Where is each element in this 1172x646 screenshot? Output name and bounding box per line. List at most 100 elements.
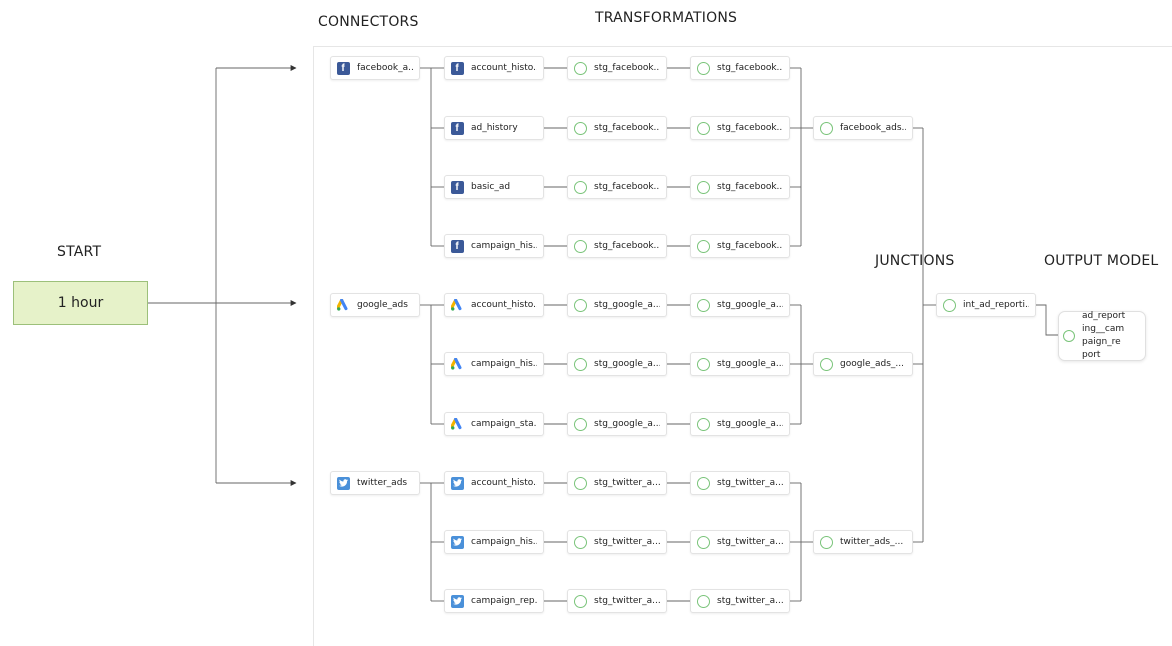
- check-circle-icon: [574, 239, 587, 253]
- google-ads-icon: [337, 298, 350, 312]
- node-label: google_ads: [357, 300, 408, 310]
- check-circle-icon: [574, 476, 587, 490]
- source-table-node[interactable]: f ad_history: [444, 116, 544, 140]
- staging-model-node[interactable]: stg_google_a...: [690, 293, 790, 317]
- aggregate-model-node[interactable]: twitter_ads_...: [813, 530, 913, 554]
- source-table-node[interactable]: f basic_ad: [444, 175, 544, 199]
- transformations-header: TRANSFORMATIONS: [595, 10, 738, 26]
- node-label: stg_facebook...: [594, 241, 660, 251]
- connector-node[interactable]: google_ads: [330, 293, 420, 317]
- connector-node[interactable]: f facebook_a...: [330, 56, 420, 80]
- junction-node[interactable]: int_ad_reporti...: [936, 293, 1036, 317]
- check-circle-icon: [574, 357, 587, 371]
- staging-model-node[interactable]: stg_twitter_a...: [567, 589, 667, 613]
- node-label: account_histo...: [471, 63, 537, 73]
- staging-model-node[interactable]: stg_google_a...: [567, 352, 667, 376]
- node-label: basic_ad: [471, 182, 511, 192]
- twitter-icon: [451, 476, 464, 490]
- output-model-node[interactable]: ad_reporting__campaign_report: [1058, 311, 1146, 361]
- node-label: twitter_ads: [357, 478, 408, 488]
- node-label: stg_facebook...: [717, 63, 783, 73]
- check-circle-icon: [697, 594, 710, 608]
- node-label: facebook_a...: [357, 63, 413, 73]
- staging-model-node[interactable]: stg_google_a...: [567, 293, 667, 317]
- staging-model-node[interactable]: stg_facebook...: [690, 56, 790, 80]
- staging-model-node[interactable]: stg_google_a...: [690, 412, 790, 436]
- node-label: stg_google_a...: [717, 359, 783, 369]
- aggregate-model-node[interactable]: facebook_ads...: [813, 116, 913, 140]
- schedule-label: 1 hour: [57, 295, 104, 311]
- facebook-icon: f: [451, 61, 464, 75]
- check-circle-icon: [574, 61, 587, 75]
- staging-model-node[interactable]: stg_facebook...: [690, 175, 790, 199]
- staging-model-node[interactable]: stg_google_a...: [690, 352, 790, 376]
- schedule-start-node[interactable]: 1 hour: [13, 281, 148, 325]
- staging-model-node[interactable]: stg_facebook...: [690, 116, 790, 140]
- connector-node[interactable]: twitter_ads: [330, 471, 420, 495]
- facebook-icon: f: [451, 180, 464, 194]
- staging-model-node[interactable]: stg_facebook...: [690, 234, 790, 258]
- aggregate-model-node[interactable]: google_ads_...: [813, 352, 913, 376]
- check-circle-icon: [697, 417, 710, 431]
- node-label: campaign_rep...: [471, 596, 537, 606]
- staging-model-node[interactable]: stg_twitter_a...: [567, 471, 667, 495]
- pipeline-diagram: CONNECTORS TRANSFORMATIONS START JUNCTIO…: [0, 0, 1172, 646]
- node-label: stg_facebook...: [594, 123, 660, 133]
- staging-model-node[interactable]: stg_facebook...: [567, 175, 667, 199]
- start-header: START: [57, 244, 102, 260]
- staging-model-node[interactable]: stg_facebook...: [567, 116, 667, 140]
- node-label: int_ad_reporti...: [963, 300, 1029, 310]
- check-circle-icon: [943, 298, 956, 312]
- check-circle-icon: [574, 417, 587, 431]
- junctions-header: JUNCTIONS: [875, 253, 955, 269]
- node-label: stg_facebook...: [594, 63, 660, 73]
- staging-model-node[interactable]: stg_facebook...: [567, 56, 667, 80]
- check-circle-icon: [574, 535, 587, 549]
- check-circle-icon: [697, 476, 710, 490]
- google-ads-icon: [451, 298, 464, 312]
- node-label: ad_history: [471, 123, 518, 133]
- check-circle-icon: [697, 535, 710, 549]
- node-label: campaign_his...: [471, 241, 537, 251]
- source-table-node[interactable]: account_histo...: [444, 471, 544, 495]
- google-ads-icon: [451, 417, 464, 431]
- source-table-node[interactable]: account_histo...: [444, 293, 544, 317]
- source-table-node[interactable]: campaign_rep...: [444, 589, 544, 613]
- staging-model-node[interactable]: stg_google_a...: [567, 412, 667, 436]
- facebook-icon: f: [451, 239, 464, 253]
- source-table-node[interactable]: campaign_his...: [444, 352, 544, 376]
- staging-model-node[interactable]: stg_twitter_a...: [690, 471, 790, 495]
- node-label: stg_twitter_a...: [717, 537, 783, 547]
- source-table-node[interactable]: campaign_his...: [444, 530, 544, 554]
- check-circle-icon: [820, 121, 833, 135]
- output-model-label: ad_reporting__campaign_report: [1082, 311, 1126, 360]
- staging-model-node[interactable]: stg_twitter_a...: [690, 589, 790, 613]
- source-table-node[interactable]: f account_histo...: [444, 56, 544, 80]
- check-circle-icon: [1063, 330, 1075, 342]
- node-label: campaign_his...: [471, 537, 537, 547]
- node-label: stg_facebook...: [717, 182, 783, 192]
- staging-model-node[interactable]: stg_twitter_a...: [690, 530, 790, 554]
- node-label: twitter_ads_...: [840, 537, 904, 547]
- google-ads-icon: [451, 357, 464, 371]
- staging-model-node[interactable]: stg_facebook...: [567, 234, 667, 258]
- twitter-icon: [451, 535, 464, 549]
- node-label: stg_google_a...: [717, 300, 783, 310]
- check-circle-icon: [697, 239, 710, 253]
- output-model-header: OUTPUT MODEL: [1044, 253, 1159, 269]
- twitter-icon: [337, 476, 350, 490]
- facebook-icon: f: [337, 61, 350, 75]
- node-label: stg_twitter_a...: [594, 596, 660, 606]
- check-circle-icon: [697, 357, 710, 371]
- twitter-icon: [451, 594, 464, 608]
- node-label: stg_twitter_a...: [594, 537, 660, 547]
- check-circle-icon: [574, 121, 587, 135]
- node-label: google_ads_...: [840, 359, 904, 369]
- source-table-node[interactable]: f campaign_his...: [444, 234, 544, 258]
- source-table-node[interactable]: campaign_sta...: [444, 412, 544, 436]
- node-label: stg_google_a...: [594, 359, 660, 369]
- staging-model-node[interactable]: stg_twitter_a...: [567, 530, 667, 554]
- node-label: stg_facebook...: [717, 241, 783, 251]
- node-label: stg_google_a...: [594, 300, 660, 310]
- check-circle-icon: [820, 357, 833, 371]
